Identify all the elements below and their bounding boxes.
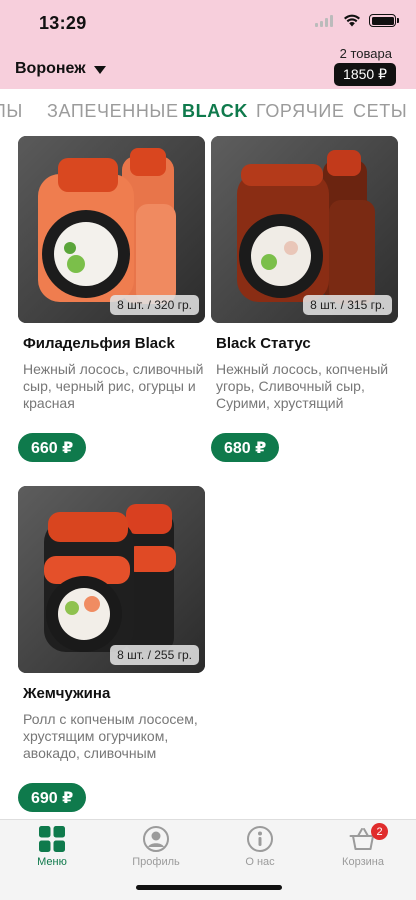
tab-hot[interactable]: ГОРЯЧИЕ (256, 101, 345, 122)
price-button[interactable]: 680 ₽ (211, 433, 280, 462)
nav-menu[interactable]: Меню (7, 826, 97, 868)
grid-icon (39, 826, 65, 852)
category-tabs: ЛЫ ЗАПЕЧЕННЫЕ BLACK ГОРЯЧИЕ СЕТЫ (0, 89, 416, 133)
product-title: Филадельфия Black (23, 335, 175, 352)
price-button[interactable]: 690 ₽ (18, 783, 87, 812)
price-button[interactable]: 660 ₽ (18, 433, 87, 462)
signal-icon (315, 14, 335, 27)
nav-cart[interactable]: 2 Корзина (318, 823, 408, 868)
cart-count[interactable]: 2 товара (340, 46, 392, 61)
cart-badge: 2 (371, 823, 388, 840)
tab-baked[interactable]: ЗАПЕЧЕННЫЕ (47, 101, 179, 122)
city-selector[interactable]: Воронеж (15, 60, 106, 78)
product-card-philadelphia-black[interactable]: 8 шт. / 320 гр. Филадельфия Black Нежный… (18, 136, 205, 466)
status-icons (315, 14, 399, 27)
product-description: Нежный лосось, сливочный сыр, черный рис… (23, 361, 204, 411)
nav-label: Профиль (132, 856, 180, 868)
product-card-zhemchuzhina[interactable]: 8 шт. / 255 гр. Жемчужина Ролл с копчены… (18, 486, 205, 816)
profile-icon (143, 826, 169, 852)
nav-about[interactable]: О нас (215, 826, 305, 868)
nav-label: Корзина (342, 856, 384, 868)
product-title: Black Статус (216, 335, 311, 352)
product-card-black-status[interactable]: 8 шт. / 315 гр. Black Статус Нежный лосо… (211, 136, 398, 466)
weight-badge: 8 шт. / 315 гр. (303, 295, 392, 315)
product-image[interactable]: 8 шт. / 320 гр. (18, 136, 205, 323)
tab-rolls[interactable]: ЛЫ (0, 101, 23, 122)
tab-black[interactable]: BLACK (182, 101, 248, 122)
product-image[interactable]: 8 шт. / 315 гр. (211, 136, 398, 323)
tab-sets[interactable]: СЕТЫ (353, 101, 407, 122)
chevron-down-icon (93, 65, 106, 74)
nav-profile[interactable]: Профиль (111, 826, 201, 868)
wifi-icon (344, 14, 360, 27)
weight-badge: 8 шт. / 255 гр. (110, 645, 199, 665)
info-icon (247, 826, 273, 852)
product-image[interactable]: 8 шт. / 255 гр. (18, 486, 205, 673)
battery-icon (369, 14, 399, 27)
product-description: Нежный лосось, копченый угорь, Сливочный… (216, 361, 389, 411)
app-header: 13:29 Воронеж 2 товара 1850 ₽ (0, 0, 416, 89)
nav-label: О нас (245, 856, 275, 868)
home-indicator (136, 885, 282, 890)
cart-total-button[interactable]: 1850 ₽ (334, 63, 396, 86)
weight-badge: 8 шт. / 320 гр. (110, 295, 199, 315)
nav-label: Меню (37, 856, 67, 868)
product-description: Ролл с копченым лососем, хрустящим огурч… (23, 711, 198, 761)
product-title: Жемчужина (23, 685, 111, 702)
status-time: 13:29 (39, 13, 87, 33)
city-label: Воронеж (15, 60, 86, 77)
